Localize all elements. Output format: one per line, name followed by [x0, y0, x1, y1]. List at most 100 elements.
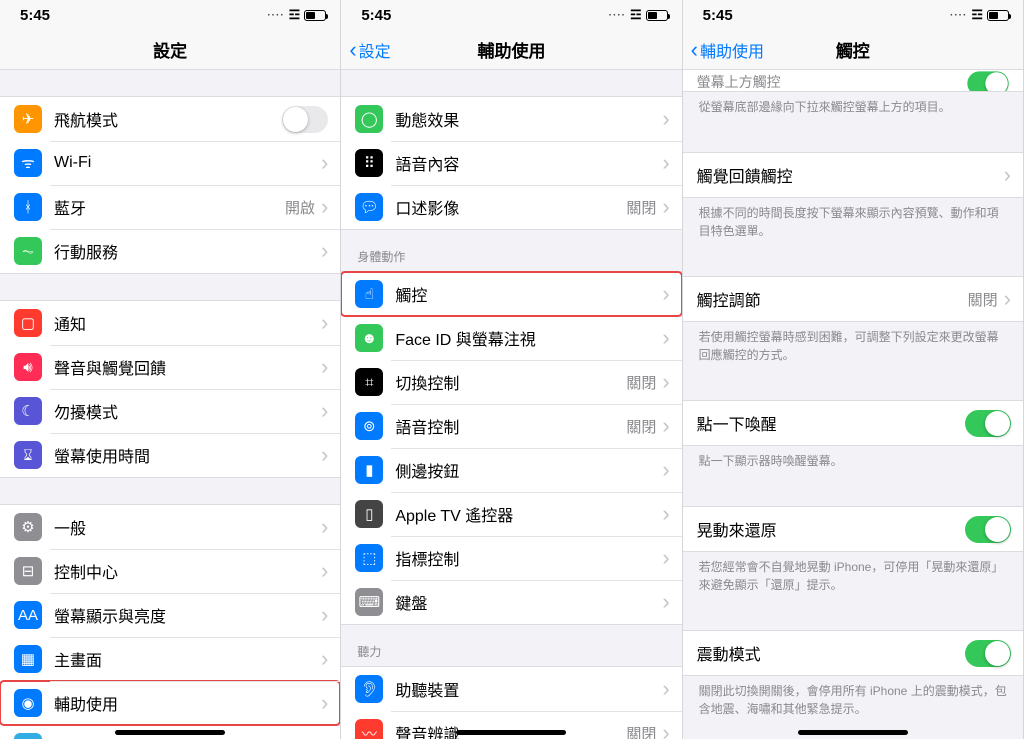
chevron-right-icon: › — [321, 560, 328, 582]
row-點一下喚醒[interactable]: 點一下喚醒 — [683, 401, 1023, 445]
row-label: 觸控調節 — [697, 287, 968, 311]
row-bluetooth-icon[interactable]: ᚼ藍牙開啟› — [0, 185, 340, 229]
settings-group: ◯動態效果›⠿語音內容›💬︎口述影像關閉› — [341, 96, 681, 230]
row-dnd-icon[interactable]: ☾勿擾模式› — [0, 389, 340, 433]
status-time: 5:45 — [703, 7, 733, 24]
row-face-id-attention-icon[interactable]: ☻Face ID 與螢幕注視› — [341, 316, 681, 360]
nav-bar: 設定 — [0, 30, 340, 70]
row-general-icon[interactable]: ⚙︎一般› — [0, 505, 340, 549]
motion-icon: ◯ — [355, 105, 383, 133]
settings-group: 👂︎助聽裝置›〰︎聲音辨識關閉›♪音訊/視覺›⋯字幕與隱藏式字幕› — [341, 666, 681, 739]
chevron-right-icon: › — [662, 722, 669, 739]
row-motion-icon[interactable]: ◯ 動態效果› — [341, 97, 681, 141]
row-side-button-icon[interactable]: ▮側邊按鈕› — [341, 448, 681, 492]
home-indicator[interactable] — [456, 730, 566, 735]
chevron-right-icon: › — [662, 503, 669, 525]
row-audio-desc-icon[interactable]: 💬︎口述影像關閉› — [341, 185, 681, 229]
keyboard-icon: ⌨︎ — [355, 588, 383, 616]
row-switch-control-icon[interactable]: ⌗切換控制關閉› — [341, 360, 681, 404]
row-label: 勿擾模式 — [54, 399, 321, 423]
side-button-icon: ▮ — [355, 456, 383, 484]
chevron-right-icon: › — [321, 648, 328, 670]
chevron-right-icon: › — [662, 108, 669, 130]
row-label: Wi-Fi — [54, 154, 315, 172]
chevron-left-icon: ‹ — [349, 39, 356, 61]
row-震動模式[interactable]: 震動模式 — [683, 631, 1023, 675]
row-home-screen-icon[interactable]: ▦主畫面› — [0, 637, 340, 681]
signal-icon: ···· — [950, 10, 967, 21]
row-accessibility-icon[interactable]: ◉輔助使用› — [0, 681, 340, 725]
back-button[interactable]: ‹ 設定 — [349, 38, 390, 62]
settings-group: ▢通知› 🔊︎ 聲音與觸覺回饋 › ☾勿擾模式›⌛︎螢幕使用時間› — [0, 300, 340, 478]
settings-group: 觸控調節關閉 › — [683, 276, 1023, 322]
row-cellular-icon[interactable]: ⏦行動服務› — [0, 229, 340, 273]
row-apple-tv-remote-icon[interactable]: ▯Apple TV 遙控器› — [341, 492, 681, 536]
settings-group: 點一下喚醒 — [683, 400, 1023, 446]
row-label: 側邊按鈕 — [395, 458, 662, 482]
row-label: 點一下喚醒 — [697, 411, 965, 435]
sounds-icon: 🔊︎ — [14, 353, 42, 381]
row-晃動來還原[interactable]: 晃動來還原 — [683, 507, 1023, 551]
wifi-icon: ᯤ — [14, 149, 42, 177]
back-button[interactable]: ‹ 輔助使用 — [691, 38, 764, 62]
toggle[interactable] — [965, 516, 1011, 543]
chevron-right-icon: › — [662, 196, 669, 218]
row-reachability[interactable]: 螢幕上方觸控 — [683, 70, 1023, 92]
control-center-icon: ⊟ — [14, 557, 42, 585]
nav-bar: ‹ 設定 輔助使用 — [341, 30, 681, 70]
chevron-right-icon: › — [662, 152, 669, 174]
row-pointer-control-icon[interactable]: ⬚指標控制› — [341, 536, 681, 580]
notifications-icon: ▢ — [14, 309, 42, 337]
back-label: 設定 — [359, 38, 391, 62]
home-indicator[interactable] — [115, 730, 225, 735]
row-keyboard-icon[interactable]: ⌨︎鍵盤› — [341, 580, 681, 624]
row-觸控調節[interactable]: 觸控調節關閉 › — [683, 277, 1023, 321]
chevron-left-icon: ‹ — [691, 39, 698, 61]
row-screentime-icon[interactable]: ⌛︎螢幕使用時間› — [0, 433, 340, 477]
chevron-right-icon: › — [321, 444, 328, 466]
row-value: 關閉 — [626, 416, 656, 437]
toggle[interactable] — [965, 640, 1011, 667]
row-airplane-icon[interactable]: ✈︎飛航模式 — [0, 97, 340, 141]
row-label: 聲音與觸覺回饋 — [54, 355, 321, 379]
row-notifications-icon[interactable]: ▢通知› — [0, 301, 340, 345]
toggle[interactable] — [282, 106, 328, 133]
row-value: 關閉 — [626, 197, 656, 218]
chevron-right-icon: › — [662, 327, 669, 349]
row-control-center-icon[interactable]: ⊟控制中心› — [0, 549, 340, 593]
row-label: 觸控 — [395, 282, 662, 306]
toggle[interactable] — [965, 410, 1011, 437]
row-label: 動態效果 — [395, 107, 662, 131]
row-spoken-content-icon[interactable]: ⠿語音內容› — [341, 141, 681, 185]
battery-icon — [646, 10, 668, 21]
row-wifi-icon[interactable]: ᯤWi-Fi› — [0, 141, 340, 185]
row-觸覺回饋觸控[interactable]: 觸覺回饋觸控› — [683, 153, 1023, 197]
chevron-right-icon: › — [662, 283, 669, 305]
general-icon: ⚙︎ — [14, 513, 42, 541]
row-sounds-icon[interactable]: 🔊︎聲音與觸覺回饋› — [0, 345, 340, 389]
back-label: 輔助使用 — [700, 38, 764, 62]
group-header: 身體動作 — [341, 230, 681, 271]
hearing-icon: 👂︎ — [355, 675, 383, 703]
chevron-right-icon: › — [662, 547, 669, 569]
chevron-right-icon: › — [662, 678, 669, 700]
face-id-attention-icon: ☻ — [355, 324, 383, 352]
row-label: 切換控制 — [395, 370, 626, 394]
chevron-right-icon: › — [1004, 288, 1011, 310]
chevron-right-icon: › — [321, 604, 328, 626]
group-footer: 點一下顯示器時喚醒螢幕。 — [683, 446, 1023, 480]
chevron-right-icon: › — [662, 415, 669, 437]
signal-icon: ···· — [267, 10, 284, 21]
wifi-icon: ☲ — [971, 7, 983, 23]
row-label: 飛航模式 — [54, 107, 282, 131]
row-value: 關閉 — [968, 289, 998, 310]
group-footer: 根據不同的時間長度按下螢幕來顯示內容預覽、動作和項目特色選單。 — [683, 198, 1023, 250]
bluetooth-icon: ᚼ — [14, 193, 42, 221]
row-voice-control-icon[interactable]: ⊚語音控制關閉› — [341, 404, 681, 448]
row-touch-icon[interactable]: ☝︎觸控› — [341, 272, 681, 316]
home-indicator[interactable] — [798, 730, 908, 735]
row-display-icon[interactable]: AA螢幕顯示與亮度› — [0, 593, 340, 637]
group-footer: 若您經常會不自覺地晃動 iPhone，可停用「晃動來還原」來避免顯示「還原」提示… — [683, 552, 1023, 604]
toggle[interactable] — [967, 71, 1008, 92]
row-hearing-icon[interactable]: 👂︎助聽裝置› — [341, 667, 681, 711]
